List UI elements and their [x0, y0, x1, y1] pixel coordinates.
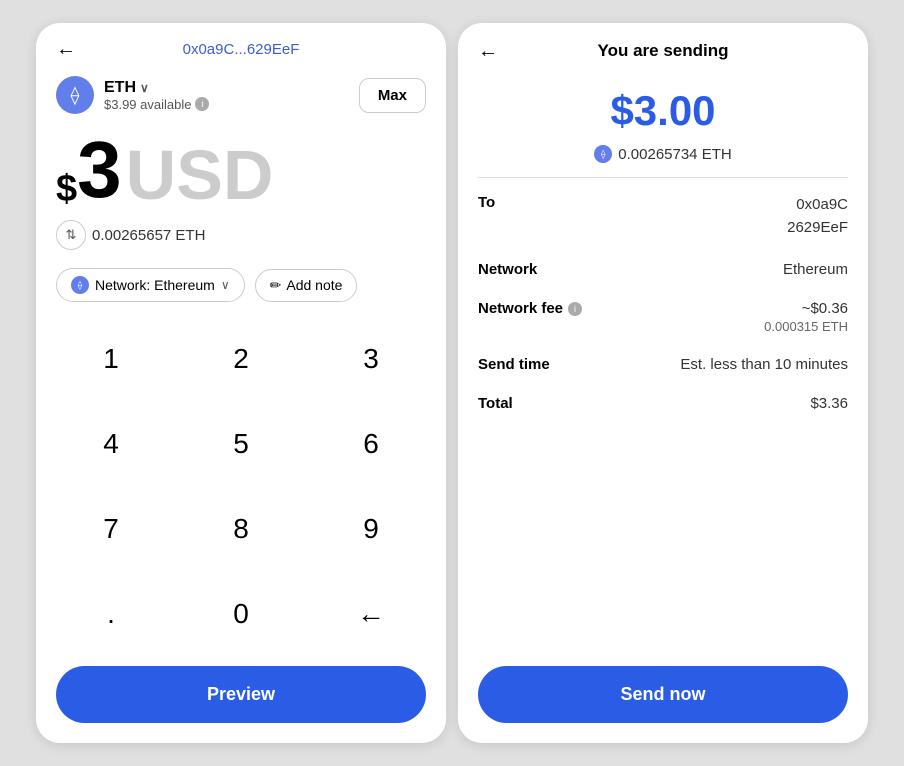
numpad-key-dot[interactable]: . — [46, 571, 176, 656]
send-now-button[interactable]: Send now — [478, 666, 848, 723]
network-label: Network: Ethereum — [95, 277, 215, 293]
screen2-header: ← You are sending — [458, 23, 868, 71]
add-note-label: Add note — [286, 277, 342, 293]
address-display[interactable]: 0x0a9C...629EeF — [183, 41, 300, 58]
numpad-key-7[interactable]: 7 — [46, 486, 176, 571]
eth-equivalent-text: 0.00265657 ETH — [92, 227, 205, 244]
total-value: $3.36 — [810, 395, 848, 412]
time-value: Est. less than 10 minutes — [680, 356, 848, 373]
fee-label-row: Network fee i — [478, 300, 582, 317]
numpad-key-1[interactable]: 1 — [46, 316, 176, 401]
eth-equivalent-row: ⇅ 0.00265657 ETH — [36, 214, 446, 260]
add-note-button[interactable]: ✏ Add note — [255, 269, 358, 302]
screen1-header: ← 0x0a9C...629EeF — [36, 23, 446, 68]
swap-icon[interactable]: ⇅ — [56, 220, 86, 250]
back-button-2[interactable]: ← — [478, 40, 498, 63]
fee-values: ~$0.36 0.000315 ETH — [764, 300, 848, 334]
network-eth-icon: ⟠ — [71, 276, 89, 294]
detail-section: To 0x0a9C 2629EeF Network Ethereum Netwo… — [458, 178, 868, 656]
numpad-key-8[interactable]: 8 — [176, 486, 306, 571]
token-selector[interactable]: ⟠ ETH ∨ $3.99 available i — [56, 76, 209, 114]
numpad-key-6[interactable]: 6 — [306, 401, 436, 486]
info-icon[interactable]: i — [195, 97, 209, 111]
time-row: Send time Est. less than 10 minutes — [478, 356, 848, 373]
pencil-icon: ✏ — [270, 277, 282, 294]
network-button[interactable]: ⟠ Network: Ethereum ∨ — [56, 268, 245, 302]
dollar-sign: $ — [56, 170, 77, 208]
fee-usd: ~$0.36 — [764, 300, 848, 317]
numpad-key-4[interactable]: 4 — [46, 401, 176, 486]
network-chevron-icon: ∨ — [221, 278, 230, 292]
options-row: ⟠ Network: Ethereum ∨ ✏ Add note — [36, 260, 446, 316]
sending-eth-icon: ⟠ — [594, 145, 612, 163]
token-name: ETH ∨ — [104, 79, 209, 97]
chevron-down-icon: ∨ — [140, 81, 149, 95]
token-balance: $3.99 available i — [104, 97, 209, 112]
network-detail-label: Network — [478, 261, 537, 278]
to-row: To 0x0a9C 2629EeF — [478, 194, 848, 239]
fee-eth: 0.000315 ETH — [764, 319, 848, 334]
numpad-key-3[interactable]: 3 — [306, 316, 436, 401]
numpad: 123 456 789.0← — [36, 316, 446, 656]
token-info: ETH ∨ $3.99 available i — [104, 79, 209, 112]
network-detail-value: Ethereum — [783, 261, 848, 278]
sending-eth-text: 0.00265734 ETH — [618, 146, 731, 163]
numpad-key-backspace[interactable]: ← — [306, 571, 436, 656]
send-screen: ← 0x0a9C...629EeF ⟠ ETH ∨ $3.99 availabl… — [36, 23, 446, 743]
to-address: 0x0a9C 2629EeF — [787, 194, 848, 239]
screen2-title: You are sending — [598, 41, 729, 61]
sending-usd: $3.00 — [478, 87, 848, 135]
usd-label: USD — [126, 140, 274, 210]
token-row: ⟠ ETH ∨ $3.99 available i Max — [36, 68, 446, 120]
time-label: Send time — [478, 356, 550, 373]
max-button[interactable]: Max — [359, 78, 426, 113]
total-row: Total $3.36 — [478, 395, 848, 412]
preview-button[interactable]: Preview — [56, 666, 426, 723]
fee-row: Network fee i ~$0.36 0.000315 ETH — [478, 300, 848, 334]
sending-eth-row: ⟠ 0.00265734 ETH — [458, 141, 868, 177]
total-label: Total — [478, 395, 513, 412]
numpad-key-2[interactable]: 2 — [176, 316, 306, 401]
network-row: Network Ethereum — [478, 261, 848, 278]
eth-icon: ⟠ — [56, 76, 94, 114]
sending-amount: $3.00 — [458, 71, 868, 141]
fee-label: Network fee — [478, 300, 563, 317]
fee-info-icon[interactable]: i — [568, 302, 582, 316]
amount-display: $ 3 USD — [36, 120, 446, 214]
numpad-key-0[interactable]: 0 — [176, 571, 306, 656]
back-button[interactable]: ← — [56, 38, 76, 61]
numpad-key-9[interactable]: 9 — [306, 486, 436, 571]
to-label: To — [478, 194, 495, 211]
numpad-key-5[interactable]: 5 — [176, 401, 306, 486]
amount-number: 3 — [77, 130, 122, 210]
confirm-screen: ← You are sending $3.00 ⟠ 0.00265734 ETH… — [458, 23, 868, 743]
